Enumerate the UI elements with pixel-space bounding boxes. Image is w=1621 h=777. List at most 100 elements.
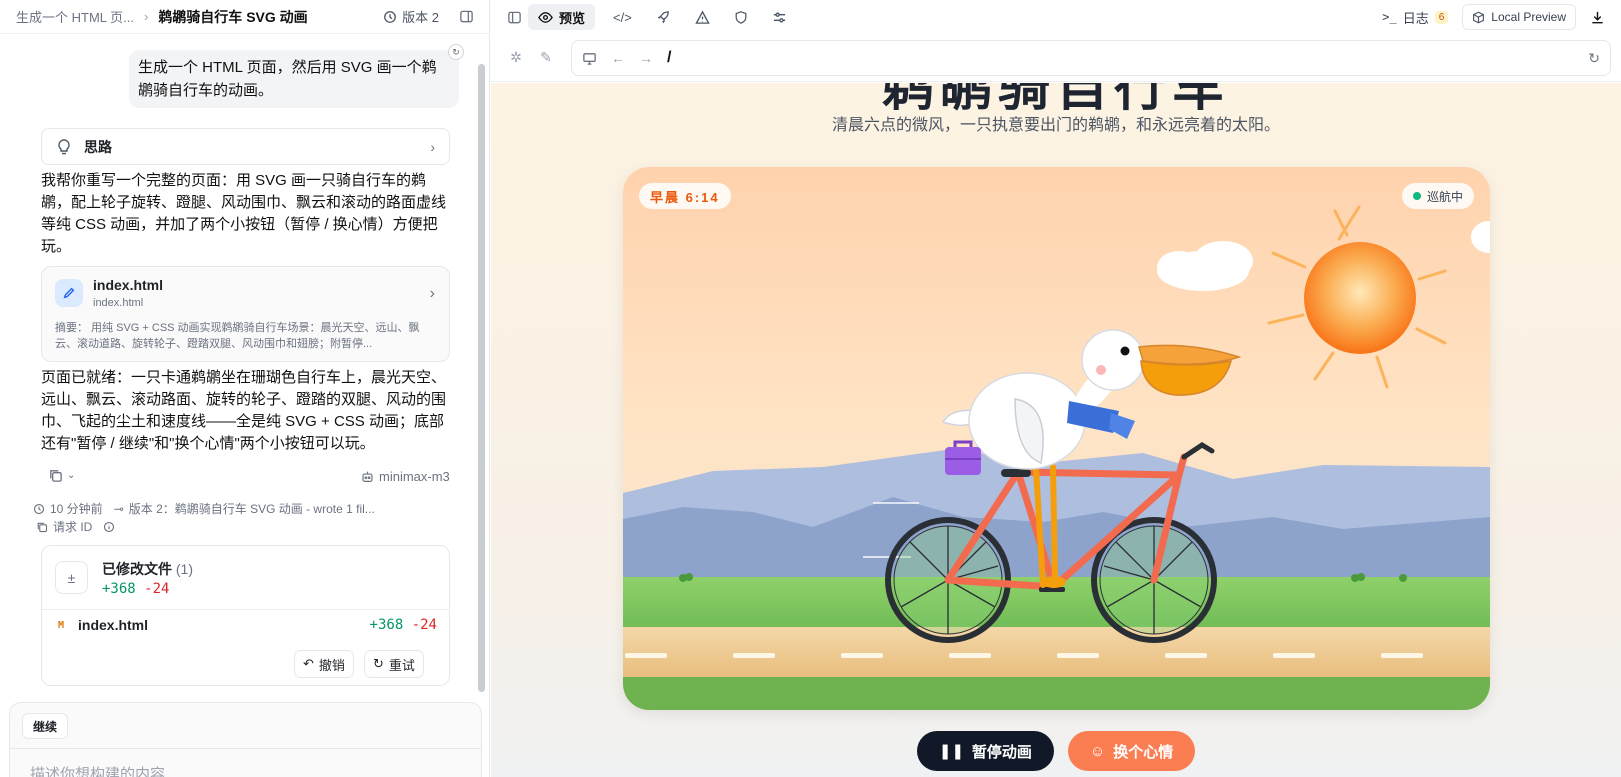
time-ago: 10 分钟前 — [50, 502, 103, 516]
changed-files-stats: +368 -24 — [102, 581, 169, 597]
chevron-down-icon: ⌄ — [67, 470, 76, 481]
pencil-icon — [55, 279, 83, 307]
tab-preview[interactable]: 预览 — [528, 4, 596, 30]
undo-label: 撤销 — [318, 657, 345, 673]
changed-files-count: (1) — [175, 561, 194, 577]
prompt-input[interactable]: 描述你想构建的内容... — [30, 763, 178, 777]
scene-svg — [623, 205, 1490, 710]
pause-button[interactable]: ❚❚ 暂停动画 — [916, 731, 1054, 771]
cube-icon — [1473, 11, 1485, 23]
version-button[interactable]: 版本 2 — [383, 7, 439, 26]
clock-icon — [33, 503, 45, 514]
tab-code[interactable]: </> — [607, 4, 638, 30]
rocket-icon — [657, 10, 669, 23]
version-label: 版本 2 — [402, 10, 439, 25]
download-button[interactable] — [1584, 4, 1611, 30]
logs-label: 日志 — [1402, 10, 1429, 26]
page-subtitle: 清晨六点的微风，一只执意要出门的鹈鹕，和永远亮着的太阳。 — [831, 117, 1280, 134]
sidebar-icon — [508, 11, 521, 23]
status-label: 巡航中 — [1426, 189, 1463, 204]
divider — [42, 609, 449, 610]
preview-toolbar: 预览 </> >_ 日志 6 Local Preview — [491, 0, 1621, 34]
lines-added: +368 — [102, 581, 136, 597]
pelican-scene: 早晨 6:14 巡航中 — [623, 167, 1490, 710]
monitor-icon[interactable] — [582, 51, 597, 66]
pause-label: 暂停动画 — [971, 743, 1032, 761]
magic-edit-icon[interactable]: ✎ — [531, 49, 561, 66]
cloud-2 — [1471, 221, 1490, 253]
refresh-icon[interactable]: ↻ — [1588, 50, 1600, 67]
history-icon — [384, 10, 397, 23]
back-arrow-icon[interactable]: ← — [611, 50, 625, 66]
chat-header: 生成一个 HTML 页... › 鹈鹕骑自行车 SVG 动画 版本 2 — [0, 0, 489, 34]
logs-button[interactable]: >_ 日志 6 — [1382, 8, 1449, 27]
select-element-icon[interactable]: ✲ — [501, 49, 531, 66]
preview-panel: 预览 </> >_ 日志 6 Local Preview ✲ ✎ ← → / ↻… — [491, 0, 1621, 777]
deploy-button[interactable] — [650, 4, 677, 30]
collapse-panel-button[interactable] — [455, 6, 477, 28]
retry-button[interactable]: ↻ 重试 — [364, 650, 424, 678]
chat-panel: 生成一个 HTML 页... › 鹈鹕骑自行车 SVG 动画 版本 2 生成一个… — [0, 0, 490, 777]
pause-icon: ❚❚ — [938, 743, 964, 760]
thinking-label: 思路 — [84, 138, 112, 155]
copy-menu[interactable]: ⌄ — [48, 468, 75, 483]
toggle-sidebar-button[interactable] — [501, 4, 528, 30]
eye-icon — [538, 11, 553, 23]
copy-icon — [50, 470, 62, 482]
briefcase-icon — [945, 440, 981, 475]
file-card[interactable]: index.html index.html › 摘要： 用纯 SVG + CSS… — [41, 266, 450, 362]
refresh-icon: ↻ — [373, 656, 384, 671]
tab-preview-label: 预览 — [559, 10, 586, 26]
breadcrumb-current: 鹈鹕骑自行车 SVG 动画 — [158, 8, 308, 25]
sun-disc — [1304, 242, 1416, 354]
request-id-row[interactable]: 请求 ID — [36, 518, 115, 535]
animation-controls: ❚❚ 暂停动画 ☺ 换个心情 — [491, 731, 1621, 771]
warning-icon — [695, 9, 710, 24]
file-diff-icon: ± — [55, 561, 88, 594]
file-card-summary: 摘要： 用纯 SVG + CSS 动画实现鹈鹕骑自行车场景：晨光天空、远山、飘云… — [55, 322, 420, 350]
app-window: 生成一个 HTML 页... › 鹈鹕骑自行车 SVG 动画 版本 2 生成一个… — [0, 0, 1621, 777]
thinking-toggle[interactable]: 思路 › — [41, 128, 450, 165]
url-field[interactable]: ← → / ↻ — [571, 40, 1611, 76]
undo-button[interactable]: ↶ 撤销 — [294, 650, 354, 678]
warnings-button[interactable] — [689, 4, 716, 30]
download-icon — [1592, 11, 1603, 23]
continue-button[interactable]: 继续 — [22, 713, 69, 739]
info-icon — [104, 521, 115, 532]
model-indicator: minimax-m3 — [361, 469, 450, 484]
sidebar-icon — [459, 10, 473, 23]
assistant-reply-1: 我帮你重写一个完整的页面：用 SVG 画一只骑自行车的鹈鹕，配上轮子旋转、蹬腿、… — [41, 172, 447, 255]
terminal-icon: >_ — [1382, 10, 1397, 24]
forward-arrow-icon[interactable]: → — [639, 50, 653, 66]
preview-viewport: 鹈鹕骑自行车 清晨六点的微风，一只执意要出门的鹈鹕，和永远亮着的太阳。 早晨 6… — [491, 83, 1621, 777]
url-path[interactable]: / — [667, 49, 671, 67]
preview-url-bar: ✲ ✎ ← → / ↻ — [491, 34, 1621, 82]
settings-button[interactable] — [766, 4, 793, 30]
undo-icon: ↶ — [303, 656, 314, 671]
retry-label: 重试 — [388, 657, 415, 673]
security-button[interactable] — [728, 4, 754, 30]
file-status-badge: M — [58, 620, 65, 631]
version-note[interactable]: 版本 2：鹈鹕骑自行车 SVG 动画 - wrote 1 fil... — [129, 500, 375, 517]
divider — [10, 748, 481, 749]
model-name: minimax-m3 — [379, 469, 450, 484]
mood-button[interactable]: ☺ 换个心情 — [1067, 731, 1196, 771]
composer: 继续 描述你想构建的内容... — [9, 702, 482, 777]
mood-label: 换个心情 — [1113, 743, 1174, 761]
cloud-1 — [1157, 241, 1253, 291]
sliders-icon — [773, 12, 785, 22]
shield-icon — [735, 10, 747, 24]
saddle — [1001, 469, 1031, 477]
breadcrumb-parent[interactable]: 生成一个 HTML 页... — [16, 7, 134, 26]
chevron-right-icon: › — [430, 138, 435, 155]
rerun-icon[interactable]: ↻ — [448, 44, 464, 60]
commit-icon: ⊸ — [113, 501, 124, 516]
lightbulb-icon — [58, 138, 70, 154]
status-pill: 巡航中 — [1401, 183, 1474, 209]
local-preview-button[interactable]: Local Preview — [1462, 4, 1576, 30]
time-pill: 早晨 6:14 — [639, 183, 731, 209]
changed-file-name[interactable]: index.html — [78, 617, 148, 633]
chat-scrollbar[interactable] — [478, 64, 485, 692]
chevron-right-icon: › — [143, 9, 149, 24]
status-dot — [1412, 192, 1421, 200]
